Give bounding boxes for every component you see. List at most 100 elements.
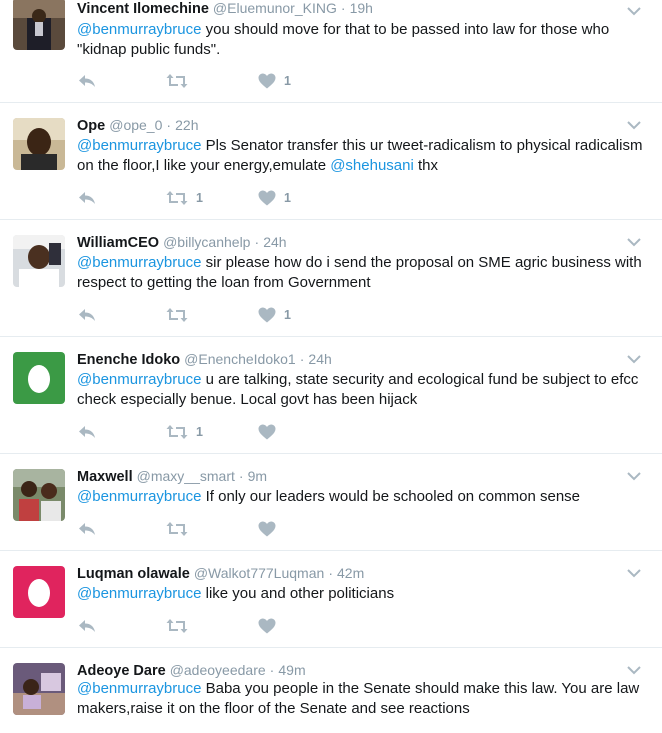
- reply-icon: [79, 523, 95, 535]
- chevron-down-icon[interactable]: [627, 120, 641, 130]
- avatar[interactable]: [13, 0, 65, 50]
- mention-link[interactable]: @shehusani: [330, 157, 414, 174]
- tweet-actions: [78, 520, 318, 538]
- tweet-text: @benmurraybruce If only our leaders woul…: [77, 488, 581, 505]
- user-handle[interactable]: @billycanhelp: [163, 234, 250, 250]
- tweet-text: @benmurraybruce Pls Senator transfer thi…: [77, 137, 643, 174]
- reply-icon: [79, 192, 95, 204]
- tweet[interactable]: Maxwell @maxy__smart · 9m @benmurraybruc…: [0, 454, 662, 551]
- avatar[interactable]: [13, 469, 65, 521]
- like-button[interactable]: 1: [258, 72, 291, 90]
- separator-dot: ·: [328, 565, 333, 581]
- retweet-button[interactable]: [166, 520, 196, 538]
- tweet-text: @benmurraybruce Baba you people in the S…: [77, 680, 640, 717]
- tweet[interactable]: Luqman olawale @Walkot777Luqman · 42m @b…: [0, 551, 662, 648]
- retweet-button[interactable]: 1: [166, 423, 203, 441]
- separator-dot: ·: [166, 117, 172, 133]
- reply-button[interactable]: [78, 72, 96, 90]
- retweet-button[interactable]: [166, 617, 196, 635]
- tweet-text: @benmurraybruce u are talking, state sec…: [77, 371, 639, 408]
- tweet-actions: [78, 617, 318, 635]
- retweet-button[interactable]: 1: [166, 189, 203, 207]
- tweet-time[interactable]: 22h: [175, 117, 198, 133]
- user-name[interactable]: Luqman olawale: [77, 566, 190, 582]
- avatar[interactable]: [13, 352, 65, 404]
- heart-icon: [258, 618, 276, 634]
- mention-link[interactable]: @benmurraybruce: [77, 137, 201, 154]
- retweet-button[interactable]: [166, 72, 196, 90]
- reply-button[interactable]: [78, 423, 96, 441]
- like-button[interactable]: 1: [258, 189, 291, 207]
- user-handle[interactable]: @Walkot777Luqman: [194, 565, 324, 581]
- tweet-time[interactable]: 24h: [308, 351, 331, 367]
- tweet[interactable]: Ope @ope_0 · 22h @benmurraybruce Pls Sen…: [0, 103, 662, 220]
- chevron-down-icon[interactable]: [627, 237, 641, 247]
- tweet-text: @benmurraybruce you should move for that…: [77, 21, 610, 58]
- like-button[interactable]: [258, 423, 284, 441]
- reply-button[interactable]: [78, 617, 96, 635]
- tweet-header: WilliamCEO @billycanhelp · 24h: [77, 234, 287, 251]
- user-name[interactable]: Adeoye Dare: [77, 663, 166, 679]
- like-button[interactable]: 1: [258, 306, 291, 324]
- reply-icon: [79, 620, 95, 632]
- mention-link[interactable]: @benmurraybruce: [77, 371, 201, 388]
- mention-link[interactable]: @benmurraybruce: [77, 21, 201, 38]
- tweet-time[interactable]: 49m: [278, 662, 305, 678]
- reply-button[interactable]: [78, 520, 96, 538]
- reply-button[interactable]: [78, 306, 96, 324]
- user-name[interactable]: Ope: [77, 118, 105, 134]
- retweet-icon: [166, 522, 188, 536]
- user-name[interactable]: WilliamCEO: [77, 235, 159, 251]
- tweet-time[interactable]: 9m: [248, 468, 267, 484]
- avatar[interactable]: [13, 118, 65, 170]
- mention-link[interactable]: @benmurraybruce: [77, 488, 201, 505]
- user-handle[interactable]: @ope_0: [109, 117, 162, 133]
- like-count: 1: [284, 74, 291, 88]
- mention-link[interactable]: @benmurraybruce: [77, 680, 201, 697]
- user-handle[interactable]: @adeoyeedare: [170, 662, 266, 678]
- tweet-header: Enenche Idoko @EnencheIdoko1 · 24h: [77, 351, 332, 368]
- avatar[interactable]: [13, 235, 65, 287]
- avatar[interactable]: [13, 566, 65, 618]
- tweet-header: Vincent Ilomechine @Eluemunor_KING · 19h: [77, 0, 373, 17]
- separator-dot: ·: [238, 468, 244, 484]
- user-handle[interactable]: @maxy__smart: [137, 468, 235, 484]
- avatar[interactable]: [13, 663, 65, 715]
- tweet-time[interactable]: 42m: [337, 565, 364, 581]
- user-name[interactable]: Enenche Idoko: [77, 352, 180, 368]
- separator-dot: ·: [299, 351, 305, 367]
- retweet-icon: [166, 425, 188, 439]
- retweet-icon: [166, 619, 188, 633]
- mention-link[interactable]: @benmurraybruce: [77, 254, 201, 271]
- tweet[interactable]: Enenche Idoko @EnencheIdoko1 · 24h @benm…: [0, 337, 662, 454]
- mention-link[interactable]: @benmurraybruce: [77, 585, 201, 602]
- tweet-feed: Vincent Ilomechine @Eluemunor_KING · 19h…: [0, 0, 662, 733]
- tweet-text: @benmurraybruce like you and other polit…: [77, 585, 395, 602]
- tweet-time[interactable]: 19h: [350, 0, 373, 16]
- chevron-down-icon[interactable]: [627, 471, 641, 481]
- user-handle[interactable]: @EnencheIdoko1: [184, 351, 296, 367]
- heart-icon: [258, 73, 276, 89]
- like-button[interactable]: [258, 520, 284, 538]
- chevron-down-icon[interactable]: [627, 6, 641, 16]
- chevron-down-icon[interactable]: [627, 568, 641, 578]
- chevron-down-icon[interactable]: [627, 665, 641, 675]
- separator-dot: ·: [340, 0, 346, 16]
- tweet-time[interactable]: 24h: [263, 234, 286, 250]
- like-count: 1: [284, 191, 291, 205]
- reply-icon: [79, 309, 95, 321]
- separator-dot: ·: [254, 234, 260, 250]
- like-button[interactable]: [258, 617, 284, 635]
- user-handle[interactable]: @Eluemunor_KING: [213, 0, 337, 16]
- tweet[interactable]: WilliamCEO @billycanhelp · 24h @benmurra…: [0, 220, 662, 337]
- chevron-down-icon[interactable]: [627, 354, 641, 364]
- tweet-header: Adeoye Dare @adeoyeedare · 49m: [77, 662, 306, 679]
- user-name[interactable]: Maxwell: [77, 469, 133, 485]
- retweet-button[interactable]: [166, 306, 196, 324]
- tweet[interactable]: Vincent Ilomechine @Eluemunor_KING · 19h…: [0, 0, 662, 103]
- reply-icon: [79, 426, 95, 438]
- tweet[interactable]: Adeoye Dare @adeoyeedare · 49m @benmurra…: [0, 648, 662, 733]
- reply-button[interactable]: [78, 189, 96, 207]
- user-name[interactable]: Vincent Ilomechine: [77, 1, 209, 17]
- separator-dot: ·: [269, 662, 275, 678]
